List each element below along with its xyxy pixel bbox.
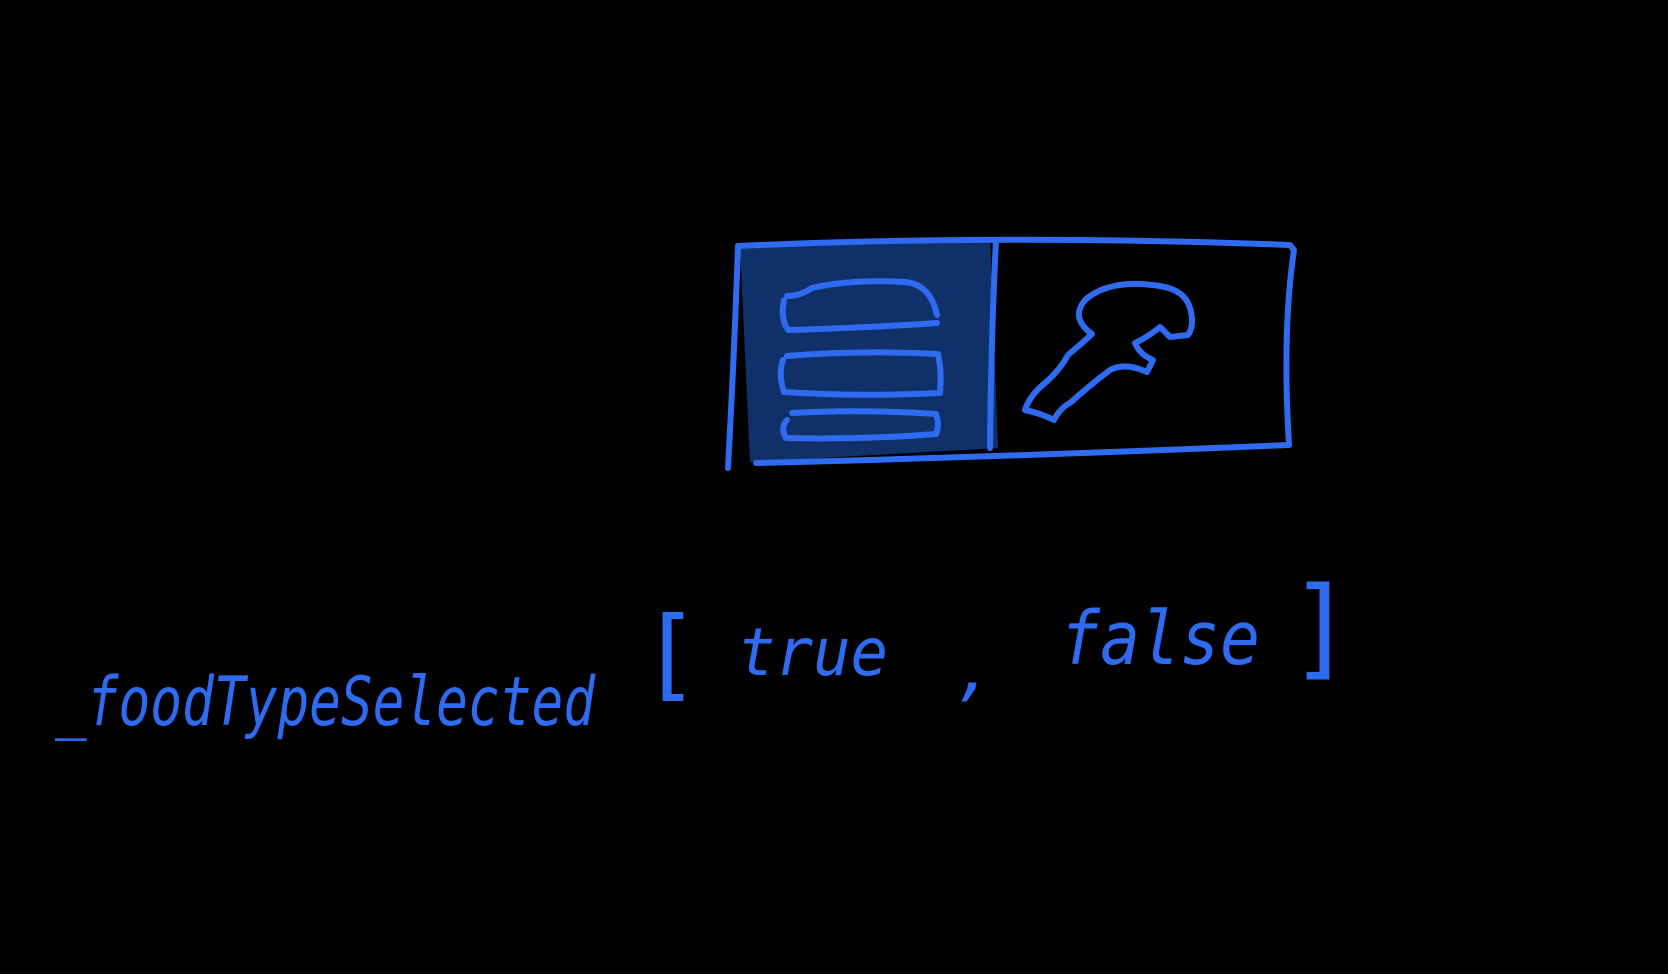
- sketch-canvas: _foodTypeSelected [ true , false ]: [0, 0, 1668, 969]
- close-bracket: ]: [1288, 563, 1354, 691]
- variable-name: _foodTypeSelected: [55, 663, 596, 742]
- wrench-icon: [1022, 280, 1196, 423]
- wrench-segment[interactable]: [1022, 280, 1196, 423]
- open-bracket: [: [640, 595, 700, 712]
- food-type-toggle: [725, 236, 1297, 471]
- comma-separator: ,: [955, 631, 995, 708]
- value-true: true: [738, 614, 888, 691]
- sketch-drawing: _foodTypeSelected [ true , false ]: [55, 236, 1354, 742]
- toggle-left-edge: [725, 243, 741, 471]
- value-false: false: [1060, 596, 1260, 682]
- code-line: _foodTypeSelected [ true , false ]: [55, 563, 1354, 742]
